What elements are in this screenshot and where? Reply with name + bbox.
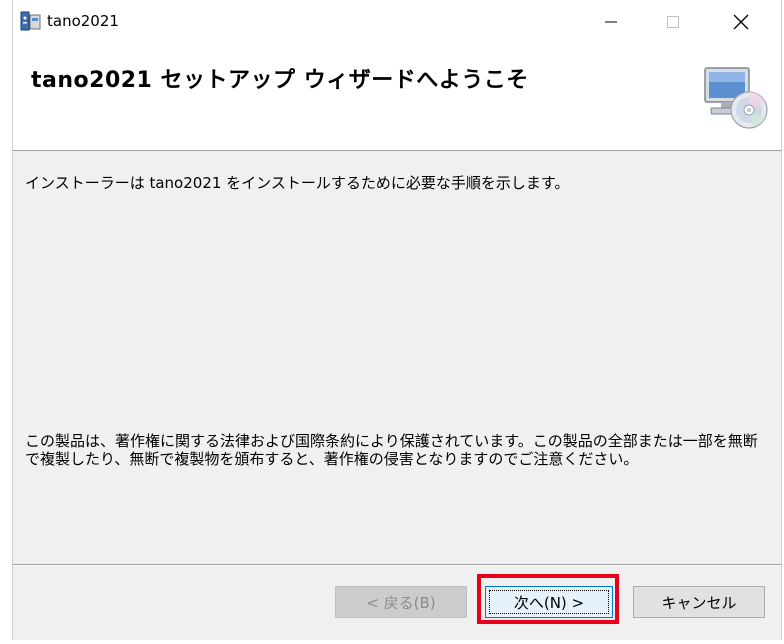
title-bar[interactable]: tano2021: [13, 0, 781, 44]
computer-cd-icon: [699, 60, 771, 132]
maximize-icon: [667, 16, 679, 28]
copyright-notice: この製品は、著作権に関する法律および国際条約により保護されています。この製品の全…: [25, 432, 758, 468]
wizard-title: tano2021 セットアップ ウィザードへようこそ: [31, 68, 529, 93]
wizard-header-banner: tano2021 セットアップ ウィザードへようこそ: [13, 44, 781, 151]
maximize-button[interactable]: [645, 0, 701, 44]
installer-app-icon: [19, 9, 43, 33]
close-button[interactable]: [713, 0, 769, 44]
back-button[interactable]: < 戻る(B): [335, 586, 467, 618]
button-separator: [13, 564, 781, 566]
minimize-button[interactable]: [583, 0, 639, 44]
window-title: tano2021: [47, 12, 119, 30]
minimize-icon: [605, 21, 617, 23]
next-button[interactable]: 次へ(N) >: [485, 586, 613, 618]
intro-text: インストーラーは tano2021 をインストールするために必要な手順を示します…: [25, 174, 570, 192]
cancel-button[interactable]: キャンセル: [633, 586, 765, 618]
close-icon: [733, 14, 749, 30]
installer-window: tano2021 tano2021 セットアップ ウィザードへようこそ インスト…: [12, 0, 782, 640]
focus-ring: [489, 590, 609, 614]
